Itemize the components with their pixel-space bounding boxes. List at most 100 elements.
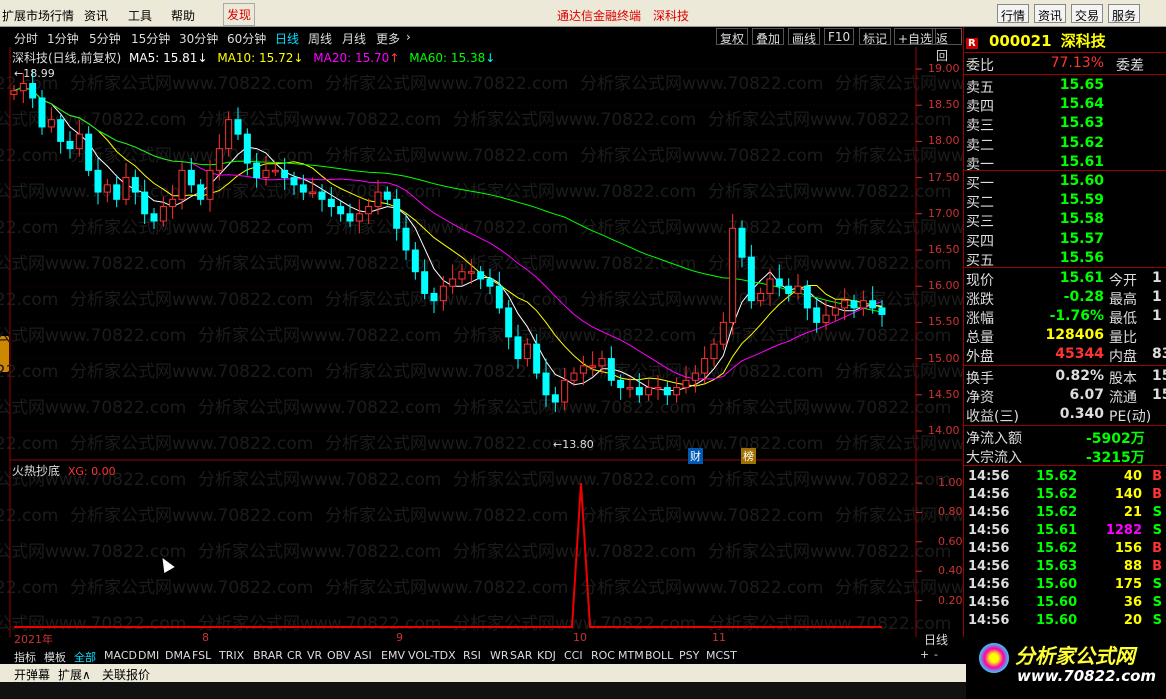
tick-side: B (1152, 541, 1162, 556)
sep (963, 170, 1166, 171)
tick-time: 14:56 (968, 613, 1010, 628)
fund-label2: 股本 (1109, 371, 1137, 387)
tick-side: S (1152, 577, 1162, 592)
period-30m[interactable]: 30分钟 (179, 30, 218, 47)
btn-news[interactable]: 资讯 (1034, 4, 1067, 23)
indicator-tab[interactable]: 全部 (74, 649, 96, 665)
quote-label: 现价 (966, 273, 994, 289)
candle-up (729, 227, 737, 323)
tick-time: 14:56 (968, 577, 1010, 592)
indicator-tab[interactable]: TRIX (219, 649, 244, 662)
fund-row: 收益(三) 0.340 PE(动) (966, 406, 1164, 425)
period-15m[interactable]: 15分钟 (131, 30, 170, 47)
period-more-arrow[interactable]: › (406, 30, 411, 44)
btn-quote[interactable]: 行情 (997, 4, 1030, 23)
indicator-tab[interactable]: OBV (327, 649, 350, 662)
indicator-tab[interactable]: RSI (463, 649, 481, 662)
indicator-tab[interactable]: CR (287, 649, 302, 662)
indicator-tab[interactable]: BOLL (645, 649, 673, 662)
zoom-in-button[interactable]: + (920, 648, 929, 661)
candle-down (775, 278, 783, 287)
watermark-text: 分析家公式网www.70822.com (0, 254, 186, 274)
candle-down (505, 307, 513, 338)
btn-related-quote[interactable]: 关联报价 (102, 666, 150, 683)
indicator-tab[interactable]: FSL (192, 649, 211, 662)
candle-down (747, 256, 755, 302)
btn-back[interactable]: 返回 (932, 28, 962, 63)
finance-marker[interactable]: 财 (688, 448, 703, 464)
watermark-text: 分析家公式网www.70822.com (70, 578, 313, 598)
watermark-text: 分析家公式网www.70822.com (70, 290, 313, 310)
tick-time: 14:56 (968, 559, 1010, 574)
btn-trade[interactable]: 交易 (1071, 4, 1104, 23)
menu-tools[interactable]: 工具 (128, 7, 152, 24)
btn-danmaku[interactable]: 开弹幕 (14, 666, 50, 683)
candle-down (813, 307, 821, 323)
period-week[interactable]: 周线 (308, 30, 332, 47)
candle-up (122, 177, 130, 200)
indicator-tab[interactable]: VOL-TDX (408, 649, 456, 662)
flow-label: 净流入额 (966, 431, 1022, 447)
indicator-tab[interactable]: CCI (564, 649, 583, 662)
candle-up (673, 387, 681, 396)
flow-row: 大宗流入 -3215万 (966, 447, 1164, 466)
btn-service[interactable]: 服务 (1108, 4, 1141, 23)
menu-info[interactable]: 资讯 (84, 7, 108, 24)
candle-down (197, 184, 205, 200)
menu-market[interactable]: 扩展市场行情 (2, 7, 74, 24)
sell-price: 15.65 (1059, 77, 1104, 93)
diff-label: 委差 (1116, 58, 1144, 74)
period-5m[interactable]: 5分钟 (89, 30, 121, 47)
indicator-tab[interactable]: MCST (706, 649, 737, 662)
rank-marker[interactable]: 榜 (741, 448, 756, 464)
btn-f10[interactable]: F10 (824, 28, 855, 45)
tick-qty: 1282 (1105, 523, 1142, 538)
period-more[interactable]: 更多 (376, 30, 400, 47)
period-month[interactable]: 月线 (342, 30, 366, 47)
buy-row: 买二 15.59 (966, 192, 1164, 211)
candle-down (150, 213, 158, 222)
zoom-out-button[interactable]: - (934, 648, 938, 661)
indicator-tab[interactable]: BRAR (253, 649, 283, 662)
indicator-tab[interactable]: DMI (138, 649, 159, 662)
app-title: 通达信金融终端 (557, 9, 642, 23)
indicator-tab[interactable]: 指标 (14, 649, 36, 665)
period-day[interactable]: 日线 (275, 30, 299, 47)
tick-qty: 88 (1123, 559, 1142, 574)
btn-overlay[interactable]: 叠加 (752, 28, 785, 46)
tick-row: 14:56 15.63 88 B (966, 559, 1164, 576)
btn-add-watch[interactable]: +自选 (894, 28, 937, 46)
indicator-tab[interactable]: SAR (510, 649, 532, 662)
indicator-tab[interactable]: DMA (165, 649, 191, 662)
watermark-text: 分析家公式网www.70822.com (708, 398, 951, 418)
indicator-tab[interactable]: VR (307, 649, 322, 662)
watermark-text: 分析家公式网www.70822.com (0, 146, 58, 166)
candle-down (187, 169, 195, 186)
btn-mark[interactable]: 标记 (859, 28, 892, 46)
flow-value: -5902万 (1086, 431, 1145, 447)
indicator-tab[interactable]: ROC (591, 649, 615, 662)
candle-up (710, 343, 718, 360)
candle-up (225, 119, 233, 150)
btn-draw[interactable]: 画线 (788, 28, 821, 46)
indicator-tab[interactable]: KDJ (537, 649, 556, 662)
buy-row: 买一 15.60 (966, 173, 1164, 192)
watermark-text: 分析家公式网www.70822.com (325, 146, 568, 166)
indicator-tab[interactable]: MTM (618, 649, 644, 662)
tick-price: 15.63 (1036, 559, 1078, 574)
menu-discover[interactable]: 发现 (223, 3, 256, 26)
period-60m[interactable]: 60分钟 (227, 30, 266, 47)
period-1m[interactable]: 1分钟 (47, 30, 79, 47)
indicator-tab[interactable]: PSY (679, 649, 699, 662)
indicator-tab[interactable]: EMV (381, 649, 405, 662)
indicator-tab[interactable]: ASI (354, 649, 372, 662)
menu-help[interactable]: 帮助 (171, 7, 195, 24)
indicator-tab[interactable]: MACD (104, 649, 137, 662)
btn-fuquan[interactable]: 复权 (716, 28, 749, 46)
btn-expand[interactable]: 扩展∧ (58, 666, 91, 683)
candle-down (551, 394, 559, 403)
tick-price: 15.60 (1036, 577, 1078, 592)
indicator-tab[interactable]: 模板 (44, 649, 66, 665)
indicator-tab[interactable]: WR (490, 649, 509, 662)
period-tick[interactable]: 分时 (14, 30, 38, 47)
